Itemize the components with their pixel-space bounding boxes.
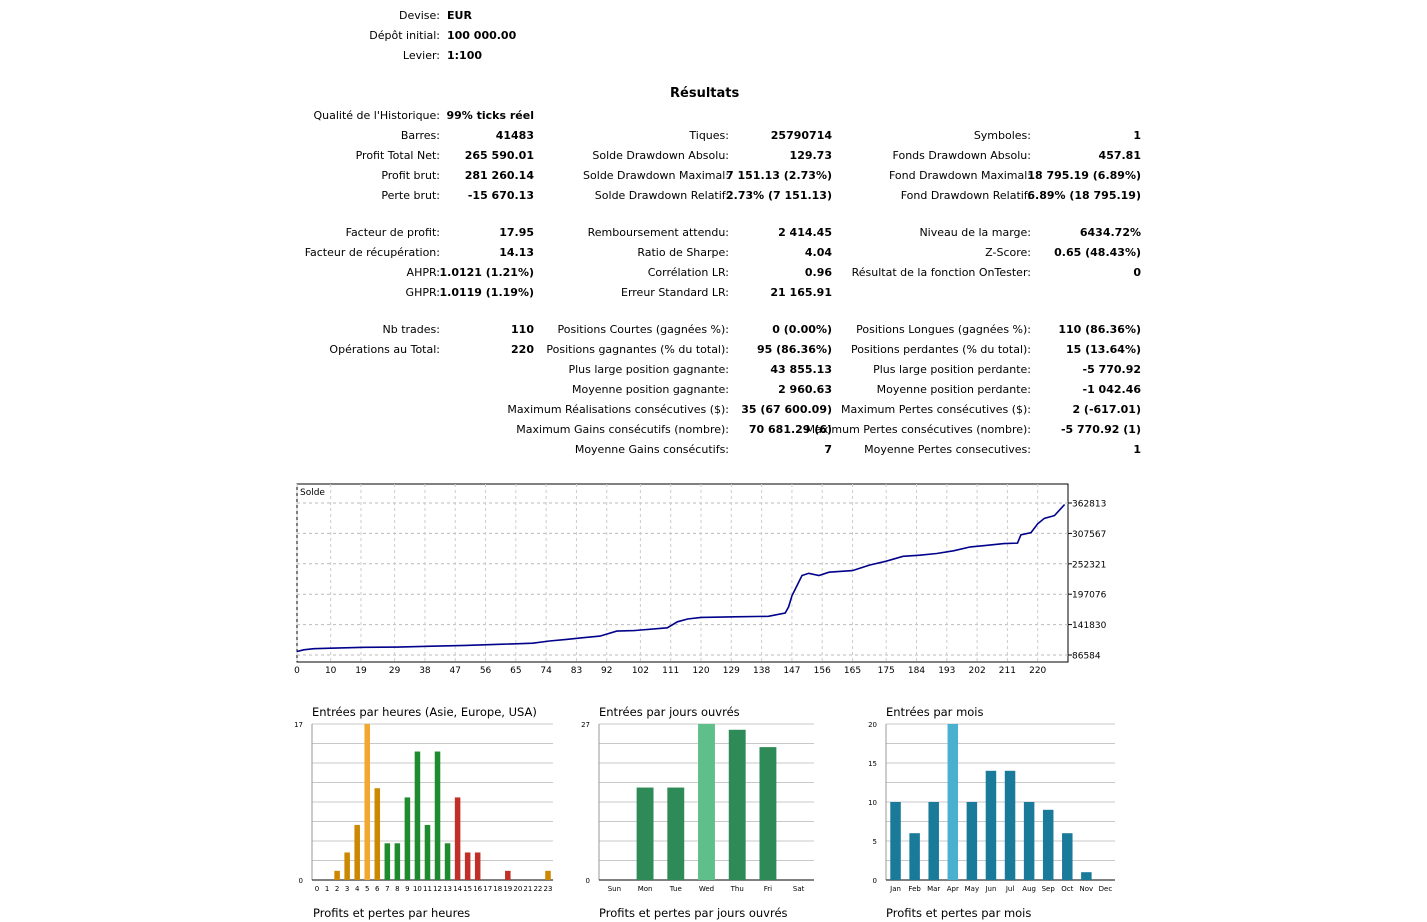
x-tick-label: 147 [783, 666, 800, 676]
y-tick-label: 197076 [1072, 591, 1107, 601]
y-tick-label: 252321 [1072, 560, 1106, 570]
x-tick-label: 165 [844, 666, 861, 676]
x-tick-label: 129 [723, 666, 740, 676]
y-tick-label: 141830 [1072, 621, 1107, 631]
y-tick-label: 86584 [1072, 652, 1101, 662]
chart-frame [296, 483, 1069, 663]
x-tick-label: 74 [540, 666, 552, 676]
x-tick-label: 156 [814, 666, 831, 676]
x-tick-label: 0 [294, 666, 300, 676]
x-tick-label: 202 [969, 666, 986, 676]
x-tick-label: 102 [632, 666, 649, 676]
chart-title: Solde [300, 488, 325, 498]
x-tick-label: 83 [571, 666, 582, 676]
x-tick-label: 211 [999, 666, 1016, 676]
x-tick-label: 193 [938, 666, 955, 676]
balance-chart: 362813 307567 252321 197076 141830 86584 0 10 19… [294, 483, 1107, 676]
x-tick-label: 111 [662, 666, 679, 676]
x-tick-label: 65 [510, 666, 521, 676]
x-tick-label: 56 [480, 666, 492, 676]
x-tick-label: 92 [601, 666, 612, 676]
x-tick-label: 19 [355, 666, 367, 676]
x-tick-label: 184 [908, 666, 925, 676]
x-tick-label: 220 [1029, 666, 1046, 676]
x-tick-label: 29 [389, 666, 401, 676]
x-tick-label: 138 [753, 666, 770, 676]
x-tick-label: 175 [878, 666, 895, 676]
x-tick-label: 38 [419, 666, 431, 676]
y-tick-label: 307567 [1072, 530, 1106, 540]
x-tick-label: 120 [692, 666, 709, 676]
y-tick-label: 362813 [1072, 500, 1106, 510]
x-tick-label: 47 [450, 666, 461, 676]
x-tick-label: 10 [325, 666, 337, 676]
